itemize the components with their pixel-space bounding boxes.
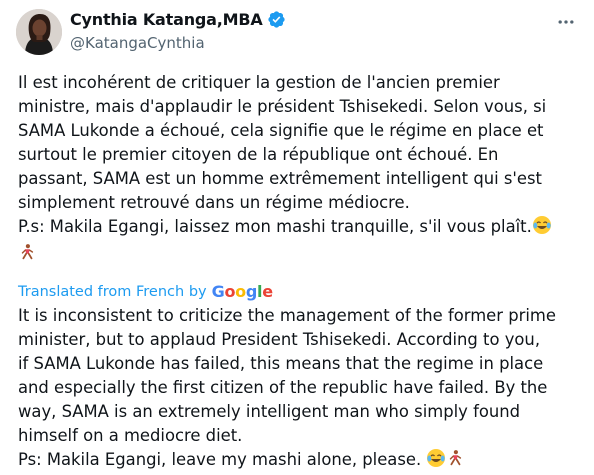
google-logo-letter: G [211, 282, 225, 301]
google-logo-letter: e [262, 282, 273, 301]
google-logo-letter: g [245, 282, 258, 301]
google-logo-letter: o [235, 282, 246, 301]
tweet-original-body: Il est incohérent de critiquer la gestio… [18, 73, 547, 236]
running-woman-emoji-icon [18, 242, 36, 269]
author-display-name[interactable]: Cynthia Katanga,MBA [70, 10, 263, 29]
more-horizontal-icon [558, 20, 574, 24]
google-logo-letter: o [224, 282, 236, 301]
translated-from-label[interactable]: Translated from French by Google [18, 282, 273, 301]
google-logo: Google [212, 282, 273, 301]
verified-badge-icon [267, 10, 286, 29]
profile-photo-avatar [16, 9, 62, 55]
avatar[interactable] [16, 9, 62, 55]
tweet-translated-body: It is inconsistent to criticize the mana… [18, 306, 556, 469]
author-handle[interactable]: @KatangaCynthia [70, 34, 205, 52]
tears-of-joy-emoji-icon [532, 215, 552, 242]
more-options-button[interactable] [554, 10, 578, 34]
tears-of-joy-emoji-icon [426, 448, 446, 475]
translated-from-text: Translated from French by [18, 283, 207, 300]
tweet-original-text: Il est incohérent de critiquer la gestio… [18, 71, 583, 269]
running-woman-emoji-icon [446, 448, 464, 475]
tweet-translated-text: It is inconsistent to criticize the mana… [18, 304, 583, 475]
